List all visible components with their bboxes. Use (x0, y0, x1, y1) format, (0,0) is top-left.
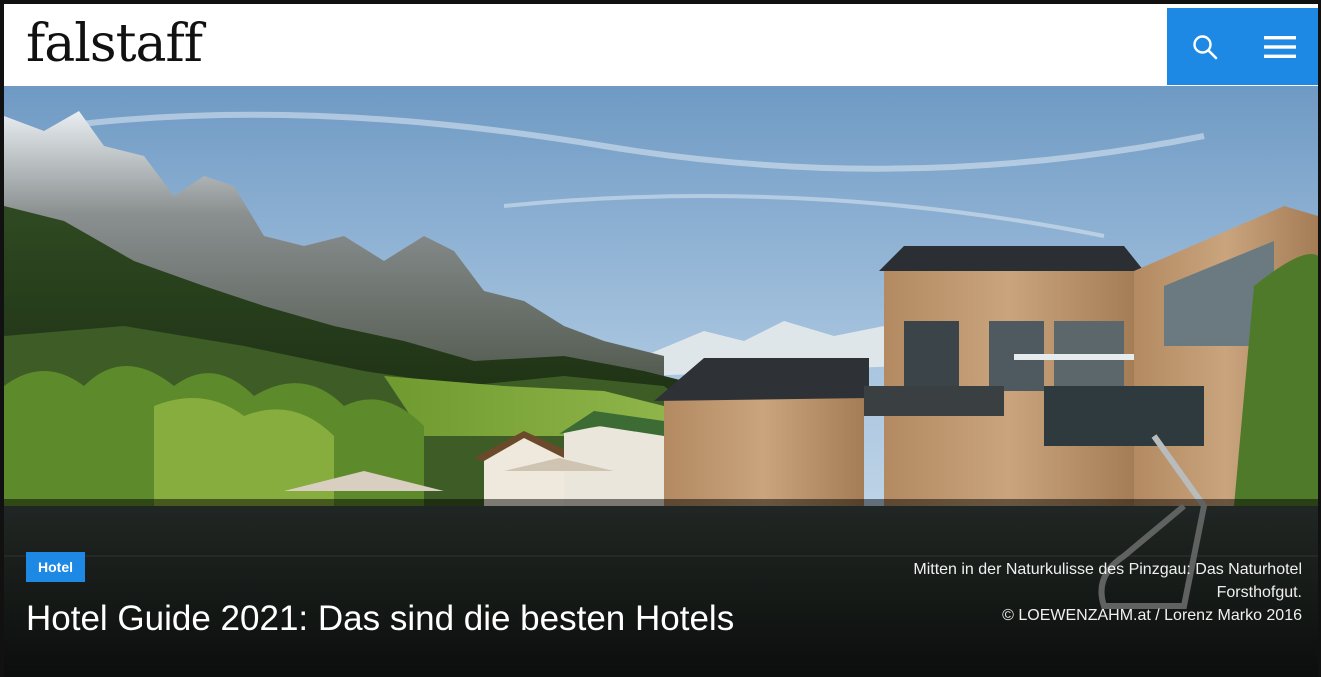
site-header: falstaff (4, 4, 1318, 87)
page: falstaff Hotel Hotel Guide 2021: Das sin… (0, 0, 1321, 677)
category-tag[interactable]: Hotel (26, 552, 85, 582)
search-icon (1192, 34, 1217, 59)
hero-teaser[interactable]: Hotel Hotel Guide 2021: Das sind die bes… (4, 86, 1318, 677)
image-credit: © LOEWENZAHM.at / Lorenz Marko 2016 (1002, 607, 1302, 624)
header-actions (1167, 8, 1318, 85)
falstaff-logo[interactable]: falstaff (26, 14, 203, 74)
caption-line-1: Mitten in der Naturkulisse des Pinzgau: … (913, 561, 1302, 578)
menu-button[interactable] (1242, 8, 1317, 85)
image-caption: Mitten in der Naturkulisse des Pinzgau: … (802, 558, 1302, 627)
article-title[interactable]: Hotel Guide 2021: Das sind die besten Ho… (26, 597, 734, 641)
caption-line-2: Forsthofgut. (1216, 584, 1302, 601)
hamburger-menu-icon (1263, 35, 1296, 58)
search-button[interactable] (1167, 8, 1242, 85)
